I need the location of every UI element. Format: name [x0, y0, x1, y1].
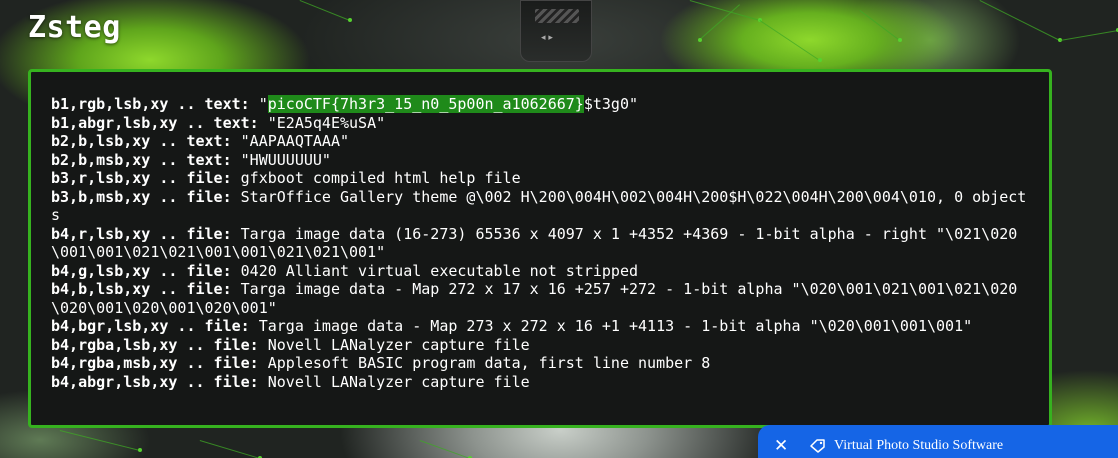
network-node-decoration	[348, 18, 352, 22]
terminal-line-value: 0420 Alliant virtual executable not stri…	[231, 261, 639, 280]
terminal-line-value: "	[249, 95, 268, 113]
terminal-line-key: b3,b,msb,xy .. file:	[51, 187, 232, 206]
terminal-output-panel: b1,rgb,lsb,xy .. text: "picoCTF{7h3r3_15…	[28, 69, 1052, 428]
terminal-line-value: "AAPAAQTAAA"	[231, 132, 350, 150]
terminal-line-value: gfxboot compiled html help file	[231, 169, 521, 187]
terminal-line: b1,abgr,lsb,xy .. text: "E2A5q4E%uSA"	[51, 114, 1027, 133]
terminal-line: b3,b,msb,xy .. file: StarOffice Gallery …	[51, 188, 1027, 225]
terminal-line: b2,b,msb,xy .. text: "HWUUUUUU"	[51, 151, 1027, 170]
terminal-line-value: "HWUUUUUU"	[231, 150, 331, 169]
terminal-line-key: b1,abgr,lsb,xy .. text:	[51, 113, 259, 132]
tag-icon	[810, 439, 826, 453]
terminal-line: b4,bgr,lsb,xy .. file: Targa image data …	[51, 317, 1027, 336]
terminal-line: b4,rgba,msb,xy .. file: Applesoft BASIC …	[51, 354, 1027, 373]
network-node-decoration	[138, 448, 142, 452]
terminal-line: b4,b,lsb,xy .. file: Targa image data - …	[51, 280, 1027, 317]
terminal-line: b4,abgr,lsb,xy .. file: Novell LANalyzer…	[51, 373, 1027, 392]
terminal-line-value: Novell LANalyzer capture file	[258, 335, 530, 354]
terminal-line-key: b3,r,lsb,xy .. file:	[51, 169, 232, 187]
terminal-line: b4,r,lsb,xy .. file: Targa image data (1…	[51, 225, 1027, 262]
terminal-line-key: b4,g,lsb,xy .. file:	[51, 261, 232, 280]
terminal-line-key: b2,b,lsb,xy .. text:	[51, 132, 232, 150]
terminal-line: b4,g,lsb,xy .. file: 0420 Alliant virtua…	[51, 262, 1027, 281]
network-node-decoration	[898, 38, 902, 42]
terminal-line: b2,b,lsb,xy .. text: "AAPAAQTAAA"	[51, 132, 1027, 151]
device-buttons-graphic: ◂ ▸	[541, 33, 553, 43]
terminal-line-value: "E2A5q4E%uSA"	[258, 113, 386, 132]
device-slot-graphic	[535, 9, 579, 23]
background-device-graphic: ◂ ▸	[520, 0, 592, 62]
page-title: Zsteg	[28, 10, 121, 45]
popup-label[interactable]: Virtual Photo Studio Software	[834, 438, 1003, 454]
terminal-line-value: Targa image data - Map 273 x 272 x 16 +1…	[249, 317, 973, 335]
terminal-line-value: Novell LANalyzer capture file	[258, 372, 530, 391]
terminal-line-key: b4,rgba,msb,xy .. file:	[51, 354, 259, 372]
network-node-decoration	[698, 38, 702, 42]
terminal-line-key: b2,b,msb,xy .. text:	[51, 150, 232, 169]
close-icon[interactable]: ✕	[774, 438, 790, 455]
terminal-line-key: b4,b,lsb,xy .. file:	[51, 280, 232, 298]
terminal-line-suffix: $t3g0"	[583, 95, 639, 113]
terminal-line-key: b1,rgb,lsb,xy .. text:	[51, 95, 250, 113]
network-node-decoration	[818, 58, 822, 62]
terminal-line-key: b4,rgba,lsb,xy .. file:	[51, 335, 259, 354]
terminal-line: b3,r,lsb,xy .. file: gfxboot compiled ht…	[51, 169, 1027, 188]
terminal-line-key: b4,r,lsb,xy .. file:	[51, 224, 232, 243]
promo-popup[interactable]: ✕ Virtual Photo Studio Software	[758, 425, 1118, 458]
terminal-line: b1,rgb,lsb,xy .. text: "picoCTF{7h3r3_15…	[51, 95, 1027, 114]
terminal-line-key: b4,bgr,lsb,xy .. file:	[51, 317, 250, 335]
terminal-line-key: b4,abgr,lsb,xy .. file:	[51, 372, 259, 391]
flag-highlight[interactable]: picoCTF{7h3r3_15_n0_5p00n_a1062667}	[267, 95, 584, 113]
terminal-line-value: Applesoft BASIC program data, first line…	[258, 354, 711, 372]
terminal-line: b4,rgba,lsb,xy .. file: Novell LANalyzer…	[51, 336, 1027, 355]
